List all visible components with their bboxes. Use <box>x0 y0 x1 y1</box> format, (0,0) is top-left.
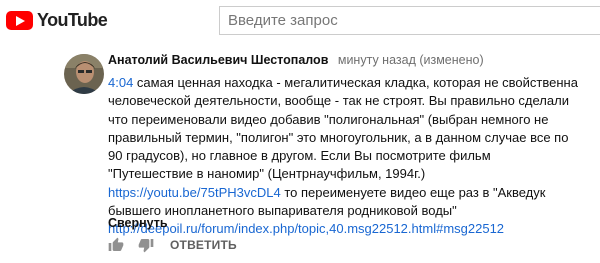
youtube-link[interactable]: https://youtu.be/75tPH3vcDL4 <box>108 185 281 200</box>
comment-time[interactable]: минуту назад (изменено) <box>338 53 484 67</box>
collapse-button[interactable]: Свернуть <box>108 216 168 230</box>
comment-actions: ОТВЕТИТЬ <box>108 236 237 254</box>
youtube-logo[interactable]: YouTube <box>6 10 108 31</box>
search-input[interactable] <box>220 7 600 34</box>
author-name[interactable]: Анатолий Васильевич Шестопалов <box>108 53 328 67</box>
logo-text: YouTube <box>37 10 108 30</box>
comment-text-part1: самая ценная находка - мегалитическая кл… <box>108 75 578 182</box>
avatar-image <box>64 54 104 94</box>
reply-button[interactable]: ОТВЕТИТЬ <box>170 238 237 252</box>
avatar[interactable] <box>64 54 104 94</box>
search-box <box>219 6 600 35</box>
timestamp-link[interactable]: 4:04 <box>108 75 133 90</box>
youtube-logo-icon <box>6 11 33 30</box>
dislike-icon[interactable] <box>138 237 154 253</box>
masthead: YouTube <box>0 0 600 40</box>
comment-text: 4:04 самая ценная находка - мегалитическ… <box>108 74 578 239</box>
comment-header: Анатолий Васильевич Шестопалов минуту на… <box>108 53 484 67</box>
like-icon[interactable] <box>108 237 124 253</box>
